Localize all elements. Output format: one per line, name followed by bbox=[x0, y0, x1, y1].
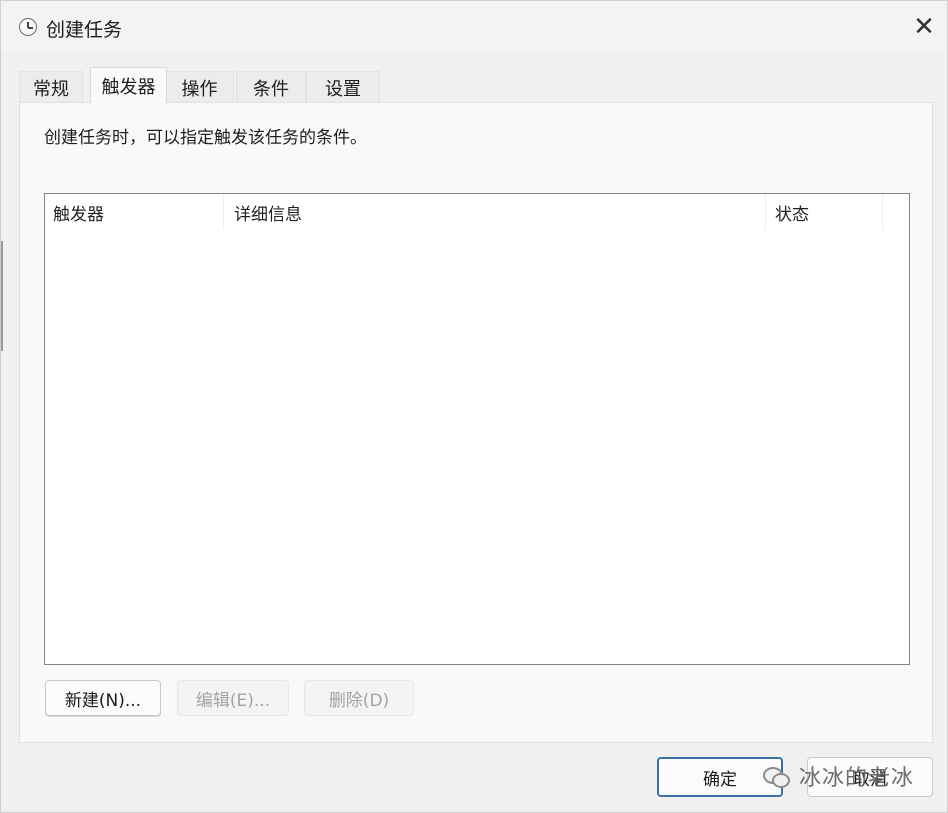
triggers-description: 创建任务时，可以指定触发该任务的条件。 bbox=[44, 128, 367, 148]
tab-actions[interactable]: 操作 bbox=[165, 71, 234, 103]
close-icon: ✕ bbox=[913, 12, 935, 42]
triggers-list[interactable]: 触发器 详细信息 状态 bbox=[44, 193, 910, 665]
create-task-dialog: 创建任务 ✕ 常规 触发器 操作 条件 设置 创建任务时，可以指定触发该任务的条… bbox=[0, 0, 948, 813]
triggers-panel: 创建任务时，可以指定触发该任务的条件。 触发器 详细信息 状态 新建(N)...… bbox=[19, 102, 933, 743]
column-header-trigger[interactable]: 触发器 bbox=[45, 194, 224, 230]
tab-conditions[interactable]: 条件 bbox=[236, 71, 306, 103]
title-bar[interactable]: 创建任务 ✕ bbox=[1, 1, 947, 53]
watermark: 冰冰的老冰 bbox=[763, 761, 914, 791]
watermark-text: 冰冰的老冰 bbox=[799, 766, 915, 791]
window-title: 创建任务 bbox=[46, 19, 123, 41]
column-header-status[interactable]: 状态 bbox=[767, 194, 883, 230]
column-header-details[interactable]: 详细信息 bbox=[226, 194, 766, 230]
tab-triggers[interactable]: 触发器 bbox=[90, 67, 167, 103]
delete-trigger-button[interactable]: 删除(D) bbox=[304, 680, 414, 716]
edit-trigger-button[interactable]: 编辑(E)... bbox=[177, 680, 289, 716]
close-button[interactable]: ✕ bbox=[903, 7, 945, 47]
wechat-icon bbox=[763, 765, 790, 788]
tab-general[interactable]: 常规 bbox=[19, 71, 83, 103]
clock-icon bbox=[19, 18, 37, 36]
tab-settings[interactable]: 设置 bbox=[306, 71, 380, 103]
new-trigger-button[interactable]: 新建(N)... bbox=[45, 680, 161, 716]
background-window-edge bbox=[1, 241, 6, 351]
